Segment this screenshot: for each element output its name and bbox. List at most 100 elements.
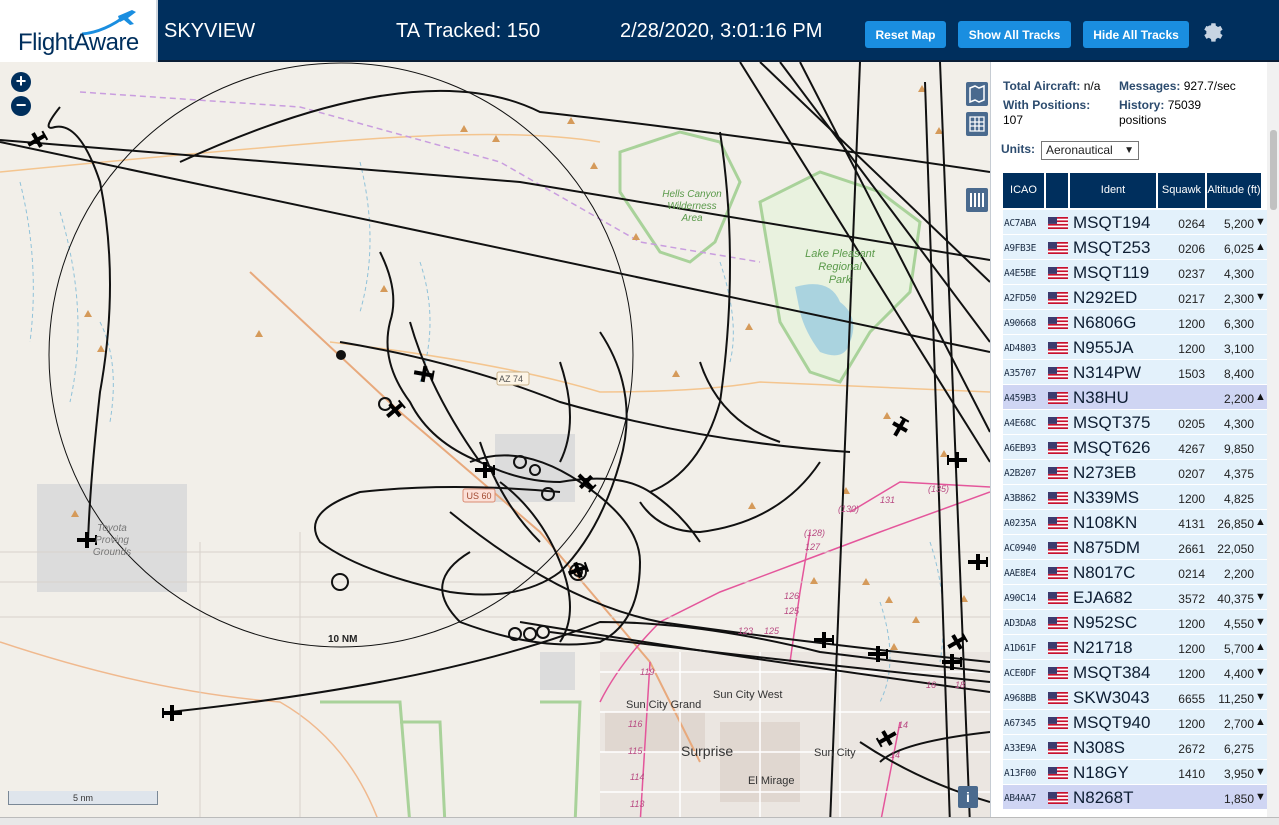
table-row[interactable]: A4E68C MSQT375 0205 4,300	[1003, 410, 1267, 435]
icao-cell: AB4AA7	[1004, 793, 1036, 804]
table-row[interactable]: A33E9A N308S 2672 6,275	[1003, 735, 1267, 760]
column-ident[interactable]: Ident	[1070, 173, 1158, 208]
squawk-cell: 2672	[1178, 742, 1205, 756]
squawk-cell: 1200	[1178, 717, 1205, 731]
table-row[interactable]: AB4AA7 N8268T 1,850 ▼	[1003, 785, 1267, 810]
table-row[interactable]: AD4803 N955JA 1200 3,100	[1003, 335, 1267, 360]
squawk-cell: 1200	[1178, 667, 1205, 681]
column-altitude[interactable]: Altitude (ft)	[1207, 173, 1263, 208]
info-icon[interactable]: i	[958, 786, 978, 808]
icao-cell: A9FB3E	[1004, 243, 1036, 254]
zoom-out-button[interactable]: −	[11, 96, 31, 116]
svg-text:131: 131	[880, 495, 895, 505]
grid-icon[interactable]	[966, 112, 988, 136]
ident-cell: N339MS	[1073, 488, 1140, 507]
us-flag-icon	[1048, 317, 1068, 329]
us-flag-icon	[1048, 417, 1068, 429]
table-row[interactable]: A35707 N314PW 1503 8,400	[1003, 360, 1267, 385]
us-flag-icon	[1048, 292, 1068, 304]
table-row[interactable]: A1D61F N21718 1200 5,700 ▲	[1003, 635, 1267, 660]
squawk-cell: 1200	[1178, 317, 1205, 331]
altitude-cell: 6,300	[1223, 317, 1254, 331]
table-row[interactable]: A0235A N108KN 4131 26,850 ▲	[1003, 510, 1267, 535]
table-row[interactable]: A13F00 N18GY 1410 3,950 ▼	[1003, 760, 1267, 785]
icao-cell: AD3DA8	[1004, 618, 1036, 629]
table-row[interactable]: AAE8E4 N8017C 0214 2,200	[1003, 560, 1267, 585]
window-bottom-edge	[0, 817, 1279, 825]
altitude-cell: 8,400	[1223, 367, 1254, 381]
map-layers-icon[interactable]	[966, 82, 988, 106]
ident-cell: MSQT194	[1073, 213, 1151, 232]
ident-cell: N952SC	[1073, 613, 1138, 632]
us-flag-icon	[1048, 442, 1068, 454]
altitude-trend-icon: ▼	[1255, 591, 1266, 603]
ident-cell: N21718	[1073, 638, 1133, 657]
az74-label: AZ 74	[499, 374, 523, 384]
reset-map-button[interactable]: Reset Map	[865, 21, 946, 48]
svg-text:113: 113	[630, 799, 644, 809]
table-row[interactable]: AC7ABA MSQT194 0264 5,200 ▼	[1003, 210, 1267, 235]
columns-icon[interactable]	[966, 188, 988, 212]
table-row[interactable]: A968BB SKW3043 6655 11,250 ▼	[1003, 685, 1267, 710]
squawk-cell: 1200	[1178, 642, 1205, 656]
column-icao[interactable]: ICAO	[1003, 173, 1046, 208]
zoom-in-button[interactable]: +	[11, 72, 31, 92]
svg-text:(130): (130)	[838, 504, 859, 514]
svg-text:14: 14	[890, 750, 900, 760]
gear-icon[interactable]	[1200, 20, 1224, 44]
altitude-trend-icon: ▲	[1255, 241, 1266, 253]
ident-cell: N108KN	[1073, 513, 1138, 532]
squawk-cell: 6655	[1178, 692, 1205, 706]
map-canvas[interactable]: AZ 74 US 60 10 NM Sun City Grand Sun Cit…	[0, 62, 990, 825]
altitude-cell: 1,850	[1223, 792, 1254, 806]
squawk-cell: 1200	[1178, 342, 1205, 356]
table-row[interactable]: AD3DA8 N952SC 1200 4,550 ▼	[1003, 610, 1267, 635]
altitude-cell: 40,375	[1217, 592, 1254, 606]
altitude-cell: 2,700	[1223, 717, 1254, 731]
messages-stat: Messages: 927.7/sec	[1119, 79, 1236, 93]
table-row[interactable]: A4E5BE MSQT119 0237 4,300	[1003, 260, 1267, 285]
current-datetime: 2/28/2020, 3:01:16 PM	[620, 20, 823, 42]
hide-all-tracks-button[interactable]: Hide All Tracks	[1083, 21, 1189, 48]
table-row[interactable]: A90668 N6806G 1200 6,300	[1003, 310, 1267, 335]
site-name: SKYVIEW	[164, 20, 256, 42]
squawk-cell: 1200	[1178, 617, 1205, 631]
altitude-cell: 3,100	[1223, 342, 1254, 356]
sun-city-label: Sun City	[814, 747, 856, 759]
table-row[interactable]: A3B862 N339MS 1200 4,825	[1003, 485, 1267, 510]
altitude-cell: 2,200	[1223, 567, 1254, 581]
svg-text:Area: Area	[680, 213, 703, 224]
column-squawk[interactable]: Squawk	[1158, 173, 1207, 208]
table-row[interactable]: A2B207 N273EB 0207 4,375	[1003, 460, 1267, 485]
table-row[interactable]: ACE0DF MSQT384 1200 4,400 ▼	[1003, 660, 1267, 685]
surprise-label: Surprise	[681, 743, 733, 759]
table-row[interactable]: A2FD50 N292ED 0217 2,300 ▼	[1003, 285, 1267, 310]
table-row[interactable]: A67345 MSQT940 1200 2,700 ▲	[1003, 710, 1267, 735]
table-row[interactable]: A9FB3E MSQT253 0206 6,025 ▲	[1003, 235, 1267, 260]
table-row[interactable]: A459B3 N38HU 2,200 ▲	[1003, 385, 1267, 410]
altitude-trend-icon: ▲	[1255, 716, 1266, 728]
altitude-trend-icon: ▼	[1255, 666, 1266, 678]
table-row[interactable]: A6EB93 MSQT626 4267 9,850	[1003, 435, 1267, 460]
table-row[interactable]: AC0940 N875DM 2661 22,050	[1003, 535, 1267, 560]
us-flag-icon	[1048, 267, 1068, 279]
units-dropdown[interactable]: Aeronautical ▼	[1041, 141, 1139, 160]
scrollbar-thumb[interactable]	[1270, 130, 1277, 210]
altitude-cell: 4,375	[1223, 467, 1254, 481]
flightaware-logo[interactable]: FlightAware	[0, 0, 158, 62]
us-flag-icon	[1048, 342, 1068, 354]
svg-text:16: 16	[926, 680, 936, 690]
ident-cell: N314PW	[1073, 363, 1142, 382]
altitude-cell: 3,950	[1223, 767, 1254, 781]
column-flag[interactable]	[1046, 173, 1070, 208]
us-flag-icon	[1048, 517, 1068, 529]
show-all-tracks-button[interactable]: Show All Tracks	[958, 21, 1071, 48]
table-row[interactable]: A90C14 EJA682 3572 40,375 ▼	[1003, 585, 1267, 610]
icao-cell: A4E68C	[1004, 418, 1036, 429]
altitude-trend-icon: ▲	[1255, 641, 1266, 653]
icao-cell: AAE8E4	[1004, 568, 1036, 579]
svg-text:Toyota: Toyota	[97, 523, 127, 534]
el-mirage-label: El Mirage	[748, 775, 794, 787]
history-stat: History: 75039 positions	[1119, 98, 1202, 127]
with-positions-stat: With Positions: 107	[1003, 98, 1091, 127]
